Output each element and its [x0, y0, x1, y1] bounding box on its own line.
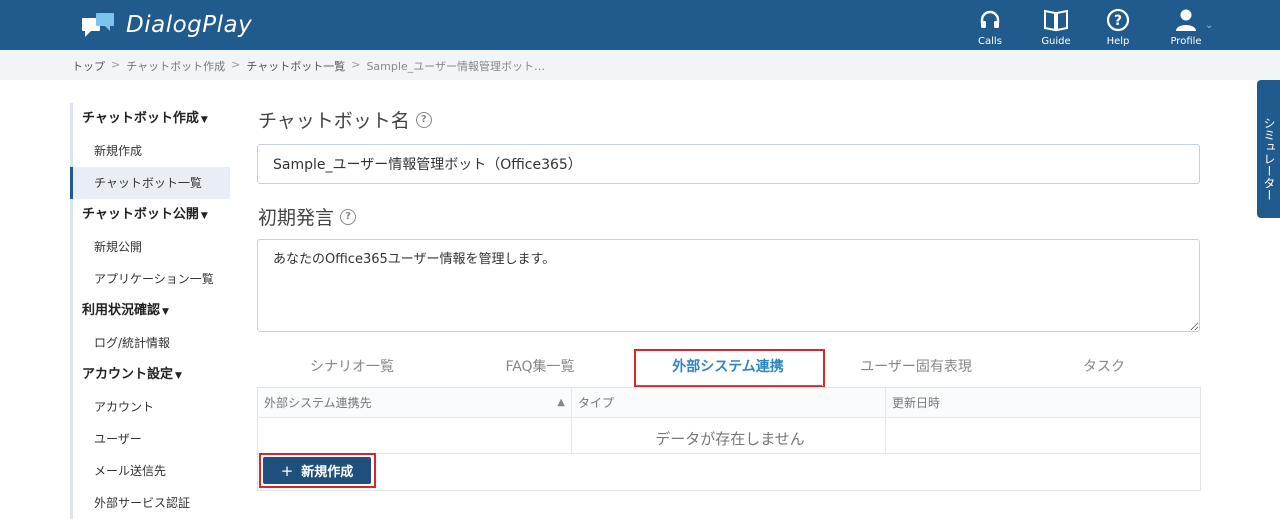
- breadcrumb-create[interactable]: チャットボット作成: [126, 58, 225, 74]
- help-icon[interactable]: ?: [340, 208, 357, 225]
- tab-faq[interactable]: FAQ集一覧: [446, 349, 634, 387]
- sidebar-group-header[interactable]: チャットボット作成 ▼: [73, 103, 230, 135]
- caret-down-icon: ▼: [200, 211, 208, 221]
- breadcrumb-list[interactable]: チャットボット一覧: [246, 58, 345, 74]
- tab-scenarios[interactable]: シナリオ一覧: [258, 349, 446, 387]
- chatbot-name-heading: チャットボット名 ?: [258, 106, 432, 133]
- sidebar-group-usage: 利用状況確認 ▼ ログ/統計情報: [70, 295, 230, 359]
- breadcrumb-current: Sample_ユーザー情報管理ボット…: [366, 60, 545, 73]
- breadcrumb-separator: >: [231, 58, 241, 71]
- sidebar-item-account[interactable]: アカウント: [73, 391, 230, 423]
- sidebar-item-mail[interactable]: メール送信先: [73, 455, 230, 487]
- top-header: DialogPlay Calls Guide ? Help Profile ⌄: [0, 0, 1280, 50]
- table-cell: [886, 418, 1200, 453]
- chatbot-name-label: チャットボット名: [258, 110, 410, 132]
- book-icon: [1044, 9, 1068, 32]
- nav-help[interactable]: ? Help: [1088, 8, 1148, 47]
- nav-guide[interactable]: Guide: [1026, 8, 1086, 47]
- chatbot-name-input[interactable]: [257, 144, 1200, 184]
- question-icon: ?: [1106, 8, 1130, 32]
- greeting-heading: 初期発言 ?: [258, 203, 357, 230]
- tab-user-expressions[interactable]: ユーザー固有表現: [822, 349, 1010, 387]
- simulator-tab[interactable]: シミュレーター: [1257, 80, 1280, 218]
- table-cell: [258, 418, 572, 453]
- sidebar-item-app-list[interactable]: アプリケーション一覧: [73, 263, 230, 295]
- external-systems-table: 外部システム連携先 ▲ タイプ 更新日時 データが存在しません: [257, 387, 1201, 491]
- sidebar-group-account: アカウント設定 ▼ アカウント ユーザー メール送信先 外部サービス認証: [70, 359, 230, 519]
- nav-help-label: Help: [1106, 36, 1130, 47]
- breadcrumb-bar: トップ > チャットボット作成 > チャットボット一覧 > Sample_ユーザ…: [0, 50, 1280, 80]
- caret-down-icon: ▼: [200, 115, 208, 125]
- sidebar-item-external-auth[interactable]: 外部サービス認証: [73, 487, 230, 519]
- nav-calls-label: Calls: [978, 36, 1002, 47]
- sidebar-group-header[interactable]: 利用状況確認 ▼: [73, 295, 230, 327]
- highlight-box-button: [259, 453, 376, 488]
- breadcrumb: トップ > チャットボット作成 > チャットボット一覧 > Sample_ユーザ…: [72, 58, 545, 74]
- greeting-label: 初期発言: [258, 207, 335, 229]
- column-header-type[interactable]: タイプ: [572, 388, 886, 417]
- sort-asc-icon[interactable]: ▲: [557, 397, 565, 408]
- sidebar-group-publish: チャットボット公開 ▼ 新規公開 アプリケーション一覧: [70, 199, 230, 295]
- sidebar-item-new-publish[interactable]: 新規公開: [73, 231, 230, 263]
- nav-profile-label: Profile: [1170, 36, 1202, 47]
- sidebar-item-chatbot-list[interactable]: チャットボット一覧: [70, 167, 230, 199]
- sidebar-item-logs[interactable]: ログ/統計情報: [73, 327, 230, 359]
- column-header-destination[interactable]: 外部システム連携先 ▲: [258, 388, 572, 417]
- sidebar: チャットボット作成 ▼ 新規作成 チャットボット一覧 チャットボット公開 ▼ 新規公…: [70, 103, 230, 519]
- highlight-box-tab: [634, 349, 825, 388]
- sidebar-group-header[interactable]: チャットボット公開 ▼: [73, 199, 230, 231]
- nav-guide-label: Guide: [1041, 36, 1071, 47]
- table-row: [258, 418, 1200, 454]
- breadcrumb-separator: >: [111, 58, 121, 71]
- table-cell: [572, 418, 886, 453]
- profile-chevron-down-icon[interactable]: ⌄: [1205, 20, 1213, 31]
- table-header-row: 外部システム連携先 ▲ タイプ 更新日時: [258, 388, 1200, 418]
- table-footer: [258, 454, 1200, 490]
- caret-down-icon: ▼: [175, 371, 182, 381]
- sidebar-group-create: チャットボット作成 ▼ 新規作成 チャットボット一覧: [70, 103, 230, 199]
- nav-calls[interactable]: Calls: [960, 8, 1020, 47]
- help-icon[interactable]: ?: [415, 111, 432, 128]
- caret-down-icon: ▼: [162, 307, 169, 317]
- greeting-textarea[interactable]: あなたのOffice365ユーザー情報を管理します。: [257, 239, 1200, 332]
- breadcrumb-top[interactable]: トップ: [72, 58, 105, 74]
- headset-icon: [980, 10, 1000, 28]
- tab-tasks[interactable]: タスク: [1010, 349, 1198, 387]
- svg-text:?: ?: [1114, 13, 1122, 29]
- app-logo[interactable]: DialogPlay: [82, 10, 252, 40]
- column-header-updated[interactable]: 更新日時: [886, 388, 1200, 417]
- sidebar-item-users[interactable]: ユーザー: [73, 423, 230, 455]
- app-name: DialogPlay: [126, 12, 253, 38]
- user-icon: [1176, 9, 1196, 31]
- chat-bubbles-icon: [82, 13, 114, 37]
- sidebar-item-new[interactable]: 新規作成: [73, 135, 230, 167]
- breadcrumb-separator: >: [351, 58, 361, 71]
- sidebar-group-header[interactable]: アカウント設定 ▼: [73, 359, 230, 391]
